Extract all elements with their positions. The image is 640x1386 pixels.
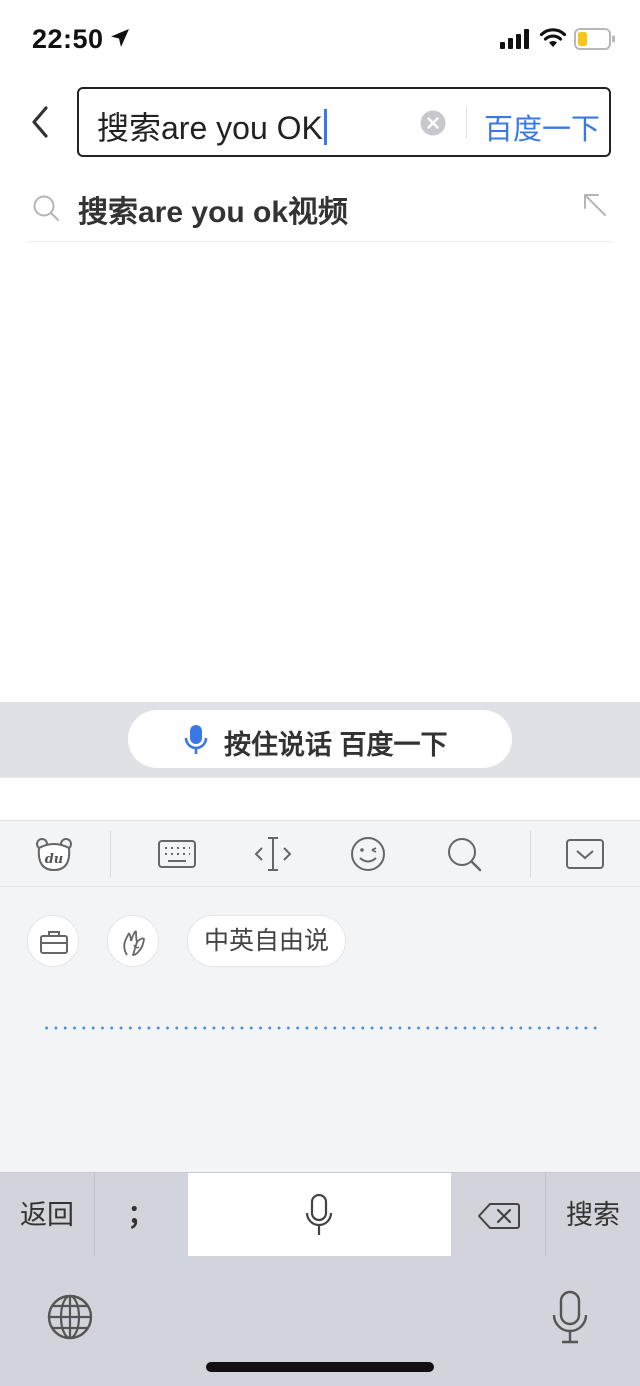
back-key[interactable]: 返回 — [0, 1173, 94, 1257]
voice-key[interactable] — [188, 1173, 451, 1257]
hide-keyboard-icon[interactable] — [565, 834, 605, 874]
delete-key[interactable] — [452, 1173, 545, 1257]
wifi-icon — [539, 28, 567, 47]
svg-text:du: du — [45, 852, 64, 867]
globe-icon[interactable] — [46, 1293, 94, 1341]
mixed-language-mode-chip[interactable]: 中英自由说 — [187, 915, 347, 967]
suggestion-item[interactable]: 搜索are you ok视频 — [28, 172, 612, 242]
search-input-value: 搜索are you OK — [97, 110, 323, 146]
search-input-value-wrap: 搜索are you OK — [97, 103, 327, 149]
du-logo-icon[interactable]: du — [34, 834, 74, 874]
ime-toolbar: du — [0, 821, 640, 887]
backspace-icon — [478, 1203, 520, 1229]
toolbox-button[interactable] — [27, 915, 79, 967]
dictation-mic-icon[interactable] — [550, 1290, 590, 1344]
semicolon-key[interactable]: ； — [95, 1173, 187, 1257]
emoji-icon[interactable] — [348, 834, 388, 874]
search-input[interactable]: 搜索are you OK 百度一下 — [77, 87, 611, 157]
voice-waveform-dots — [42, 1026, 600, 1030]
candidate-bar — [0, 777, 640, 821]
clear-circle-icon[interactable] — [420, 110, 446, 136]
suggestion-text: 搜索are you ok视频 — [78, 196, 349, 229]
briefcase-icon — [40, 931, 68, 954]
keyboard-icon[interactable] — [157, 834, 197, 874]
toolbar-separator — [110, 831, 111, 877]
baidu-search-button[interactable]: 百度一下 — [484, 106, 600, 148]
microphone-icon — [305, 1193, 333, 1235]
toolbar-separator — [530, 831, 531, 877]
chevron-left-icon[interactable] — [26, 102, 56, 142]
hold-to-talk-label: 按住说话 百度一下 — [224, 730, 448, 760]
cursor-move-icon[interactable] — [253, 834, 293, 874]
function-key-row: 返回 ； 搜索 — [0, 1172, 640, 1257]
hold-to-talk-button[interactable]: 按住说话 百度一下 — [128, 710, 512, 768]
voice-panel: 中英自由说 — [0, 887, 640, 1172]
search-key[interactable]: 搜索 — [546, 1173, 640, 1257]
search-icon[interactable] — [444, 834, 484, 874]
status-time: 22:50 — [32, 24, 104, 54]
voice-input-bar: 按住说话 百度一下 — [0, 702, 640, 777]
home-indicator — [206, 1362, 434, 1372]
search-icon — [33, 195, 59, 221]
signal-icon — [500, 29, 529, 49]
text-caret — [323, 109, 327, 145]
search-divider — [466, 107, 467, 139]
battery-icon — [574, 28, 615, 50]
status-bar: 22:50 — [0, 0, 640, 80]
location-arrow-icon — [111, 29, 129, 47]
keyboard-bottom-bar — [0, 1256, 640, 1386]
gesture-button[interactable] — [107, 915, 159, 967]
microphone-icon — [184, 725, 208, 754]
gesture-icon — [123, 930, 145, 956]
arrow-up-left-icon[interactable] — [582, 192, 608, 218]
